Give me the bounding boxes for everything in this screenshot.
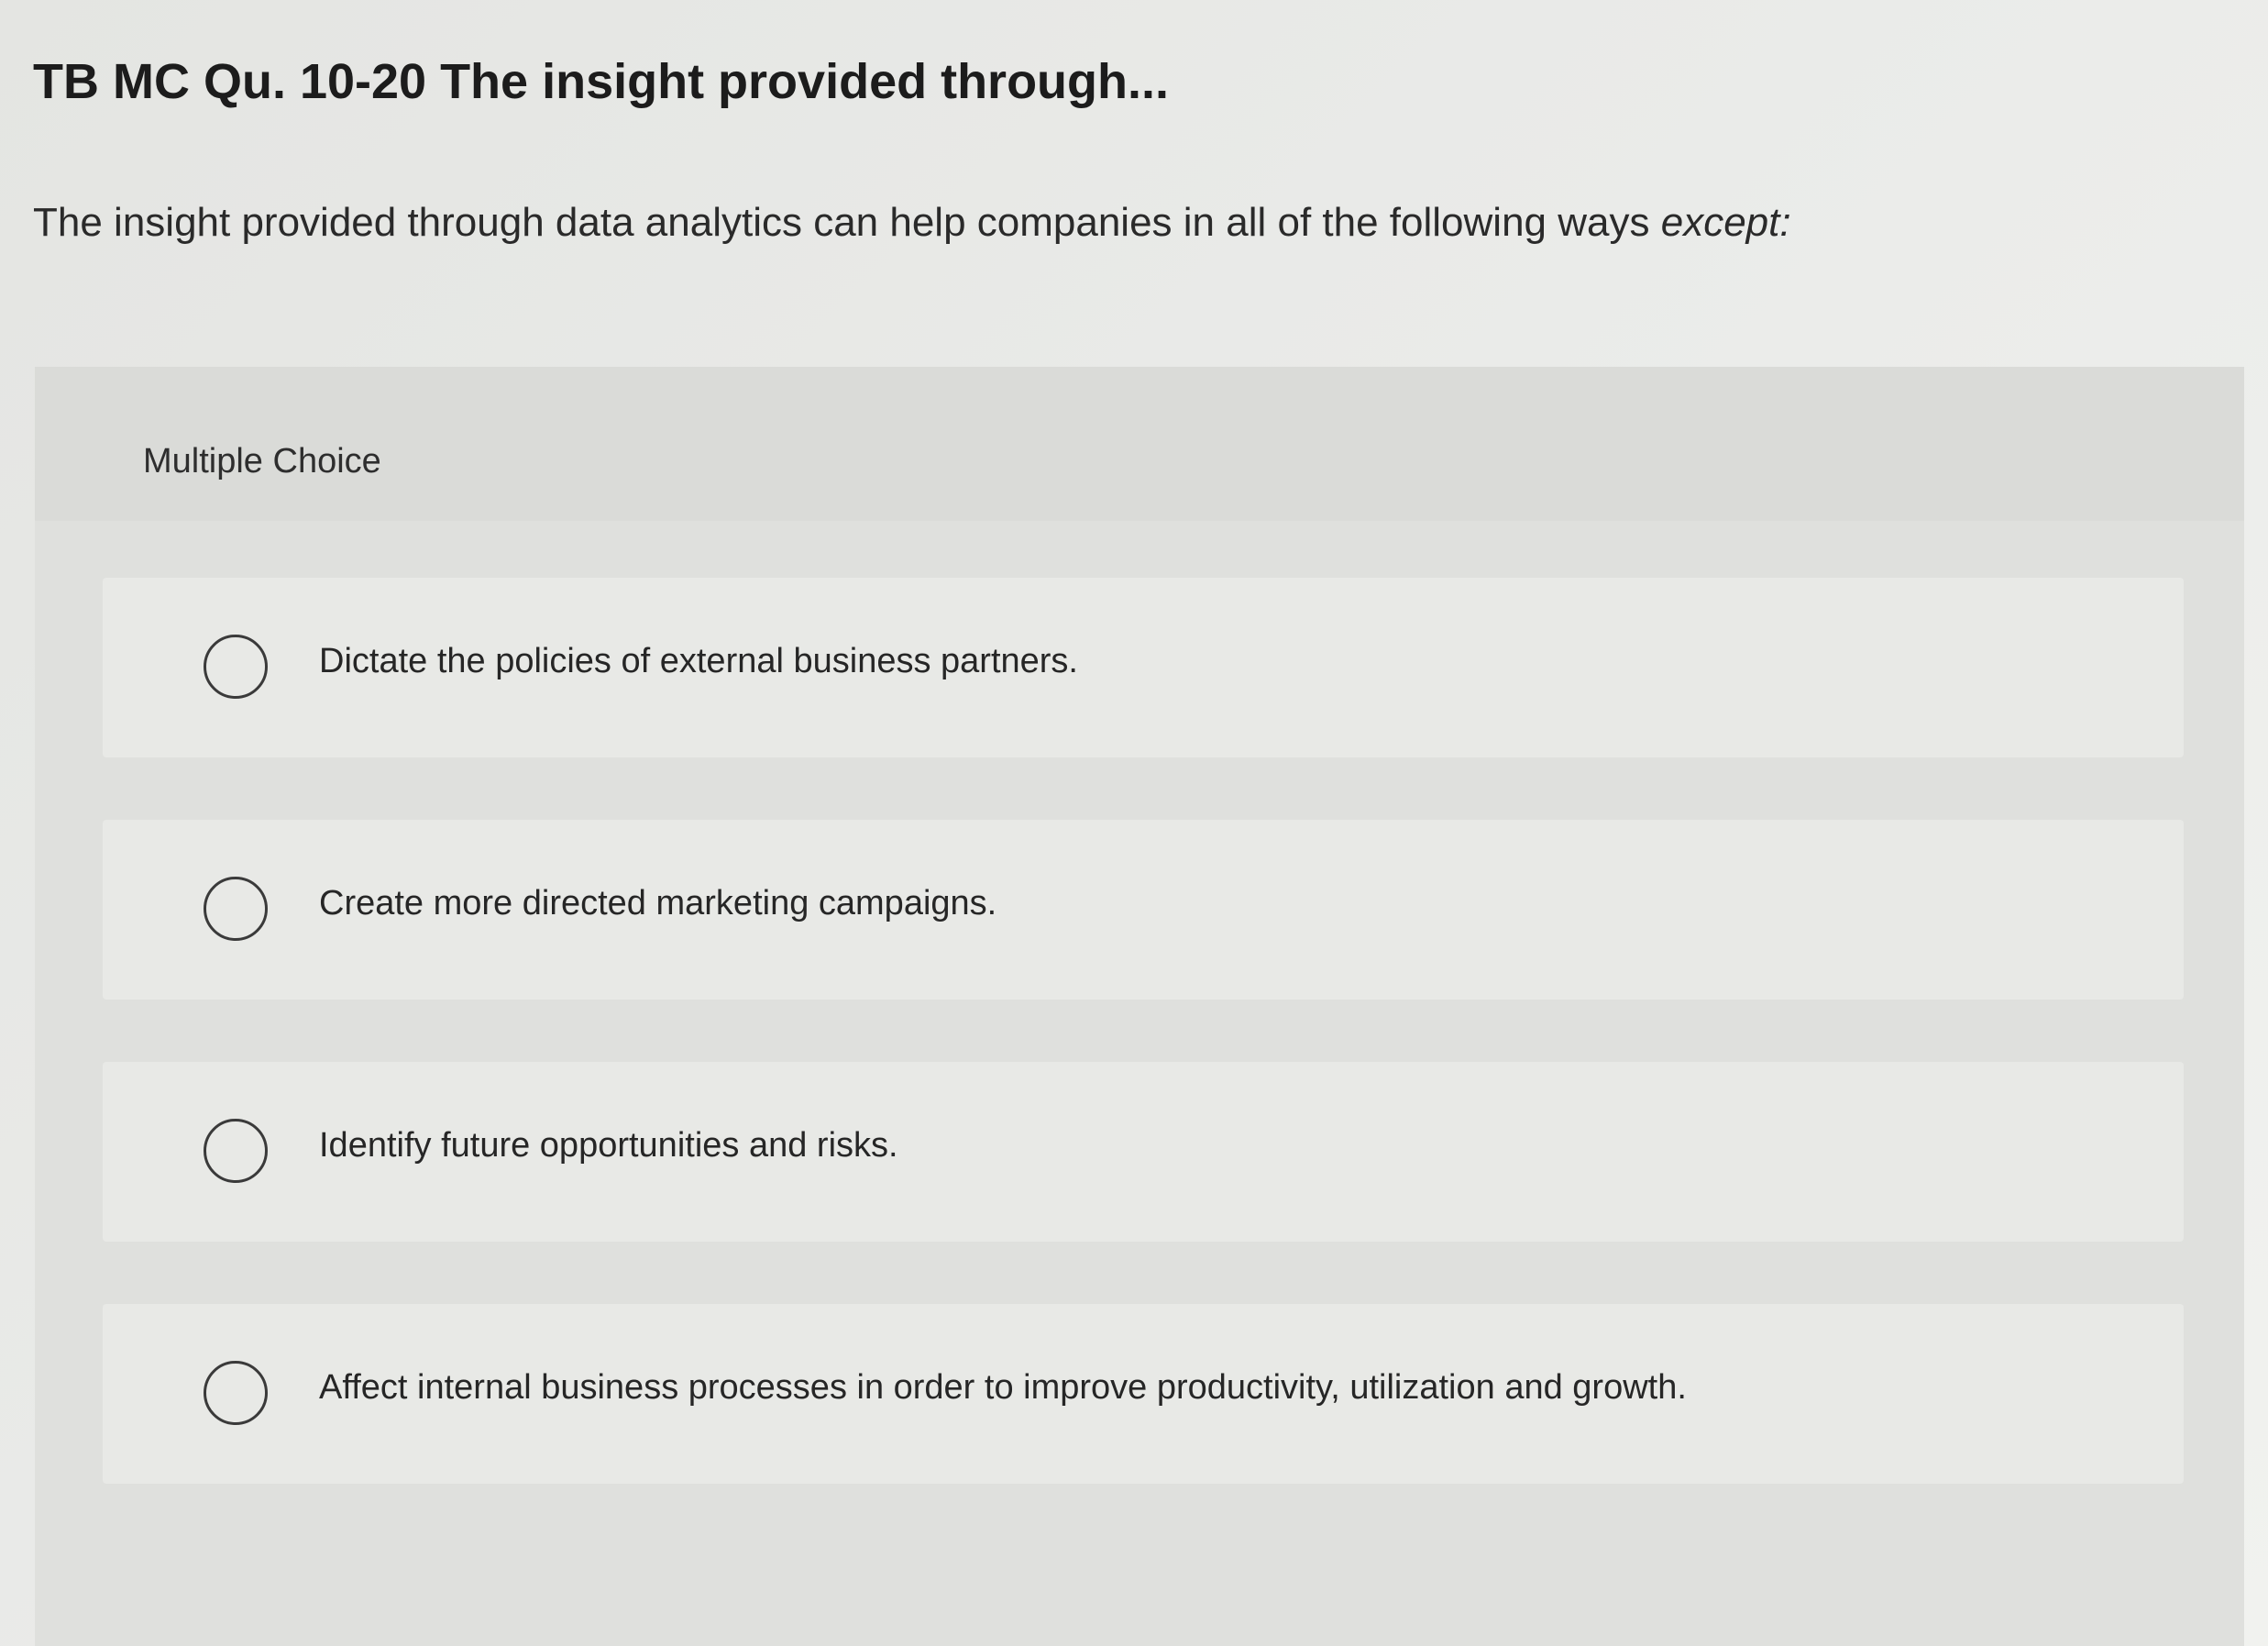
choice-option-label: Dictate the policies of external busines…: [319, 642, 1078, 680]
choice-option-label: Affect internal business processes in or…: [319, 1368, 1687, 1407]
question-prompt-text: The insight provided through data analyt…: [33, 200, 1661, 245]
radio-button-icon[interactable]: [204, 1119, 268, 1183]
question-prompt: The insight provided through data analyt…: [33, 200, 1791, 246]
radio-button-icon[interactable]: [204, 635, 268, 699]
choice-option-label: Create more directed marketing campaigns…: [319, 884, 997, 922]
choice-option-label: Identify future opportunities and risks.: [319, 1126, 898, 1165]
question-prompt-emphasis: except:: [1660, 200, 1791, 245]
question-title: TB MC Qu. 10-20 The insight provided thr…: [33, 54, 1170, 109]
choice-option-1[interactable]: Dictate the policies of external busines…: [103, 578, 2184, 757]
radio-button-icon[interactable]: [204, 1361, 268, 1425]
choice-option-3[interactable]: Identify future opportunities and risks.: [103, 1062, 2184, 1242]
choice-option-4[interactable]: Affect internal business processes in or…: [103, 1304, 2184, 1484]
panel-header: Multiple Choice: [35, 367, 2244, 521]
choice-option-2[interactable]: Create more directed marketing campaigns…: [103, 820, 2184, 1000]
radio-button-icon[interactable]: [204, 877, 268, 941]
panel-label: Multiple Choice: [143, 442, 381, 481]
multiple-choice-panel: Multiple Choice Dictate the policies of …: [35, 367, 2244, 1646]
